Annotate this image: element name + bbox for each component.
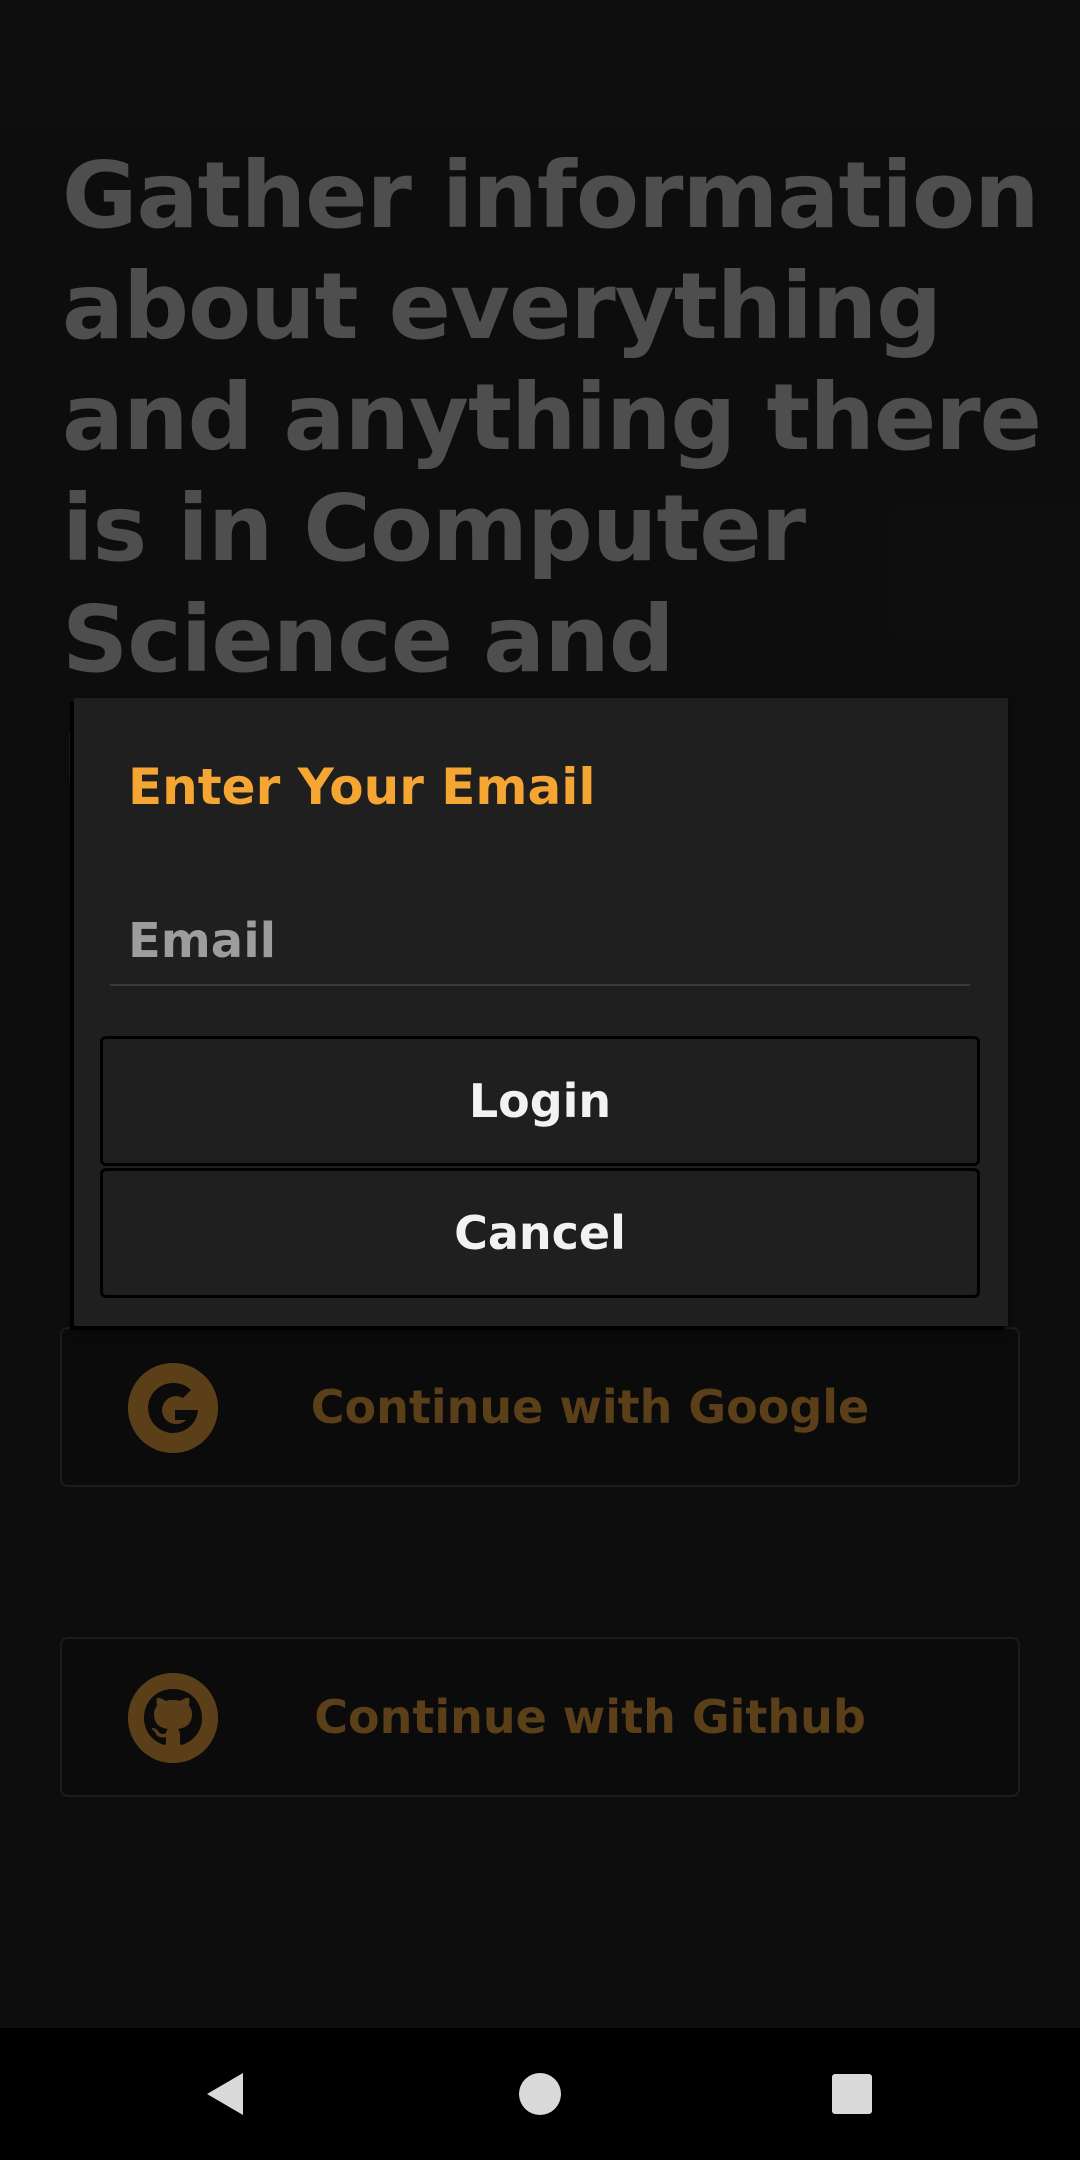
email-field[interactable] xyxy=(110,898,970,986)
recents-icon[interactable] xyxy=(822,2064,882,2124)
back-icon[interactable] xyxy=(196,2064,256,2124)
email-dialog: Enter Your Email Login Cancel xyxy=(74,698,1008,1326)
cancel-button[interactable]: Cancel xyxy=(100,1168,980,1298)
navigation-bar xyxy=(0,2028,1080,2160)
screen: Gather information about everything and … xyxy=(0,0,1080,2160)
dialog-title: Enter Your Email xyxy=(128,758,596,816)
home-icon[interactable] xyxy=(510,2064,570,2124)
login-button[interactable]: Login xyxy=(100,1036,980,1166)
